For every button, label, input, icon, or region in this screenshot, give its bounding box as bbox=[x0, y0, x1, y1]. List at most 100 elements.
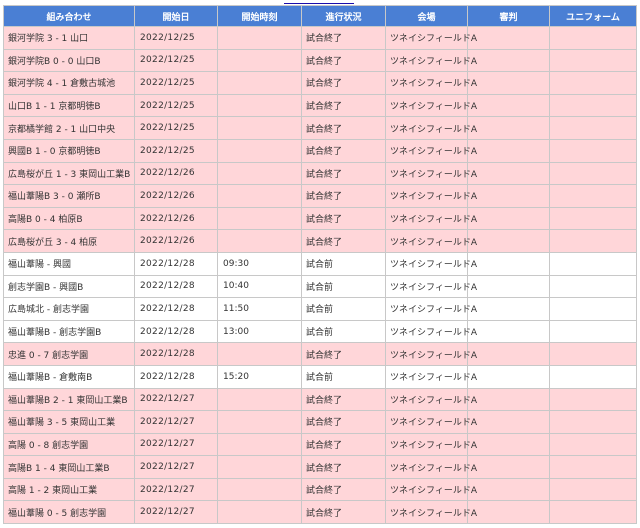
uniform-cell bbox=[549, 138, 637, 163]
date-cell: 2022/12/26 bbox=[134, 184, 218, 208]
match-cell[interactable]: 銀河学院 3 - 1 山口 bbox=[3, 26, 135, 50]
venue-cell: ツネイシフィールドA bbox=[385, 387, 477, 412]
uniform-cell bbox=[549, 116, 637, 140]
match-cell[interactable]: 福山葦陽B - 創志学園B bbox=[3, 319, 135, 344]
uniform-cell bbox=[549, 387, 637, 412]
header-referee[interactable]: 審判 bbox=[467, 5, 550, 27]
match-cell[interactable]: 高陽 0 - 8 創志学園 bbox=[3, 432, 135, 457]
table-row: 京都橘学館 2 - 1 山口中央 2022/12/25 試合終了 ツネイシフィールドA bbox=[3, 116, 637, 140]
match-cell[interactable]: 忠進 0 - 7 創志学園 bbox=[3, 342, 135, 366]
match-cell[interactable]: 福山葦陽 0 - 5 創志学園 bbox=[3, 500, 135, 525]
time-cell bbox=[217, 138, 302, 163]
venue-cell: ツネイシフィールドA bbox=[385, 161, 477, 186]
referee-cell bbox=[467, 297, 550, 321]
table-row: 銀河学院B 0 - 0 山口B 2022/12/25 試合終了 ツネイシフィールドA bbox=[3, 48, 637, 73]
venue-cell: ツネイシフィールドA bbox=[385, 455, 477, 479]
venue-cell: ツネイシフィールドA bbox=[385, 274, 477, 299]
table-row: 銀河学院 4 - 1 倉敷古城池 2022/12/25 試合終了 ツネイシフィールドA bbox=[3, 71, 637, 95]
time-cell bbox=[217, 71, 302, 95]
status-cell: 試合前 bbox=[301, 251, 386, 276]
match-cell[interactable]: 福山葦陽 3 - 5 東岡山工業 bbox=[3, 410, 135, 434]
referee-cell bbox=[467, 184, 550, 208]
match-cell[interactable]: 広島城北 - 創志学園 bbox=[3, 297, 135, 321]
uniform-cell bbox=[549, 410, 637, 434]
top-link-underline[interactable] bbox=[284, 0, 354, 4]
match-cell[interactable]: 広島桜が丘 1 - 3 東岡山工業B bbox=[3, 161, 135, 186]
referee-cell bbox=[467, 93, 550, 118]
referee-cell bbox=[467, 455, 550, 479]
match-cell[interactable]: 高陽B 0 - 4 柏原B bbox=[3, 206, 135, 231]
table-row: 高陽B 1 - 4 東岡山工業B 2022/12/27 試合終了 ツネイシフィールドA bbox=[3, 455, 637, 479]
time-cell bbox=[217, 387, 302, 412]
header-start-date[interactable]: 開始日 bbox=[134, 5, 218, 27]
referee-cell bbox=[467, 500, 550, 525]
table-row: 福山葦陽B 2 - 1 東岡山工業B 2022/12/27 試合終了 ツネイシフィール… bbox=[3, 387, 637, 412]
venue-cell: ツネイシフィールドA bbox=[385, 432, 477, 457]
table-row: 山口B 1 - 1 京都明徳B 2022/12/25 試合終了 ツネイシフィールドA bbox=[3, 93, 637, 118]
time-cell bbox=[217, 500, 302, 525]
time-cell bbox=[217, 161, 302, 186]
date-cell: 2022/12/28 bbox=[134, 251, 218, 276]
status-cell: 試合前 bbox=[301, 274, 386, 299]
referee-cell bbox=[467, 387, 550, 412]
status-cell: 試合前 bbox=[301, 364, 386, 389]
status-cell: 試合終了 bbox=[301, 71, 386, 95]
status-cell: 試合終了 bbox=[301, 48, 386, 73]
venue-cell: ツネイシフィールドA bbox=[385, 319, 477, 344]
uniform-cell bbox=[549, 93, 637, 118]
status-cell: 試合終了 bbox=[301, 161, 386, 186]
uniform-cell bbox=[549, 251, 637, 276]
table-row: 福山葦陽 3 - 5 東岡山工業 2022/12/27 試合終了 ツネイシフィールドA bbox=[3, 410, 637, 434]
header-uniform[interactable]: ユニフォーム bbox=[549, 5, 637, 27]
date-cell: 2022/12/26 bbox=[134, 161, 218, 186]
status-cell: 試合終了 bbox=[301, 432, 386, 457]
match-cell[interactable]: 興國B 1 - 0 京都明徳B bbox=[3, 138, 135, 163]
date-cell: 2022/12/28 bbox=[134, 319, 218, 344]
match-cell[interactable]: 福山葦陽B 2 - 1 東岡山工業B bbox=[3, 387, 135, 412]
match-cell[interactable]: 銀河学院 4 - 1 倉敷古城池 bbox=[3, 71, 135, 95]
date-cell: 2022/12/25 bbox=[134, 26, 218, 50]
venue-cell: ツネイシフィールドA bbox=[385, 206, 477, 231]
match-cell[interactable]: 山口B 1 - 1 京都明徳B bbox=[3, 93, 135, 118]
status-cell: 試合終了 bbox=[301, 342, 386, 366]
date-cell: 2022/12/28 bbox=[134, 342, 218, 366]
table-row: 広島城北 - 創志学園 2022/12/28 11:50 試合前 ツネイシフィールドA bbox=[3, 297, 637, 321]
header-status[interactable]: 進行状況 bbox=[301, 5, 386, 27]
time-cell bbox=[217, 48, 302, 73]
uniform-cell bbox=[549, 71, 637, 95]
time-cell bbox=[217, 410, 302, 434]
date-cell: 2022/12/26 bbox=[134, 206, 218, 231]
match-cell[interactable]: 福山葦陽B - 倉敷南B bbox=[3, 364, 135, 389]
venue-cell: ツネイシフィールドA bbox=[385, 364, 477, 389]
match-cell[interactable]: 高陽B 1 - 4 東岡山工業B bbox=[3, 455, 135, 479]
uniform-cell bbox=[549, 229, 637, 253]
match-cell[interactable]: 銀河学院B 0 - 0 山口B bbox=[3, 48, 135, 73]
status-cell: 試合終了 bbox=[301, 229, 386, 253]
match-cell[interactable]: 福山葦陽 - 興國 bbox=[3, 251, 135, 276]
status-cell: 試合終了 bbox=[301, 455, 386, 479]
venue-cell: ツネイシフィールドA bbox=[385, 138, 477, 163]
date-cell: 2022/12/28 bbox=[134, 274, 218, 299]
match-cell[interactable]: 京都橘学館 2 - 1 山口中央 bbox=[3, 116, 135, 140]
table-row: 福山葦陽 - 興國 2022/12/28 09:30 試合前 ツネイシフィールドA bbox=[3, 251, 637, 276]
status-cell: 試合前 bbox=[301, 319, 386, 344]
time-cell bbox=[217, 93, 302, 118]
match-cell[interactable]: 創志学園B - 興國B bbox=[3, 274, 135, 299]
match-cell[interactable]: 高陽 1 - 2 東岡山工業 bbox=[3, 477, 135, 502]
date-cell: 2022/12/25 bbox=[134, 93, 218, 118]
status-cell: 試合終了 bbox=[301, 93, 386, 118]
status-cell: 試合終了 bbox=[301, 184, 386, 208]
venue-cell: ツネイシフィールドA bbox=[385, 342, 477, 366]
uniform-cell bbox=[549, 500, 637, 525]
time-cell: 15:20 bbox=[217, 364, 302, 389]
header-start-time[interactable]: 開始時刻 bbox=[217, 5, 302, 27]
match-cell[interactable]: 広島桜が丘 3 - 4 柏原 bbox=[3, 229, 135, 253]
venue-cell: ツネイシフィールドA bbox=[385, 477, 477, 502]
match-cell[interactable]: 福山葦陽B 3 - 0 瀬所B bbox=[3, 184, 135, 208]
time-cell bbox=[217, 26, 302, 50]
uniform-cell bbox=[549, 206, 637, 231]
table-header-row: 組み合わせ 開始日 開始時刻 進行状況 会場 審判 ユニフォーム bbox=[3, 5, 637, 27]
time-cell bbox=[217, 432, 302, 457]
header-venue[interactable]: 会場 bbox=[385, 5, 468, 27]
header-match[interactable]: 組み合わせ bbox=[3, 5, 135, 27]
